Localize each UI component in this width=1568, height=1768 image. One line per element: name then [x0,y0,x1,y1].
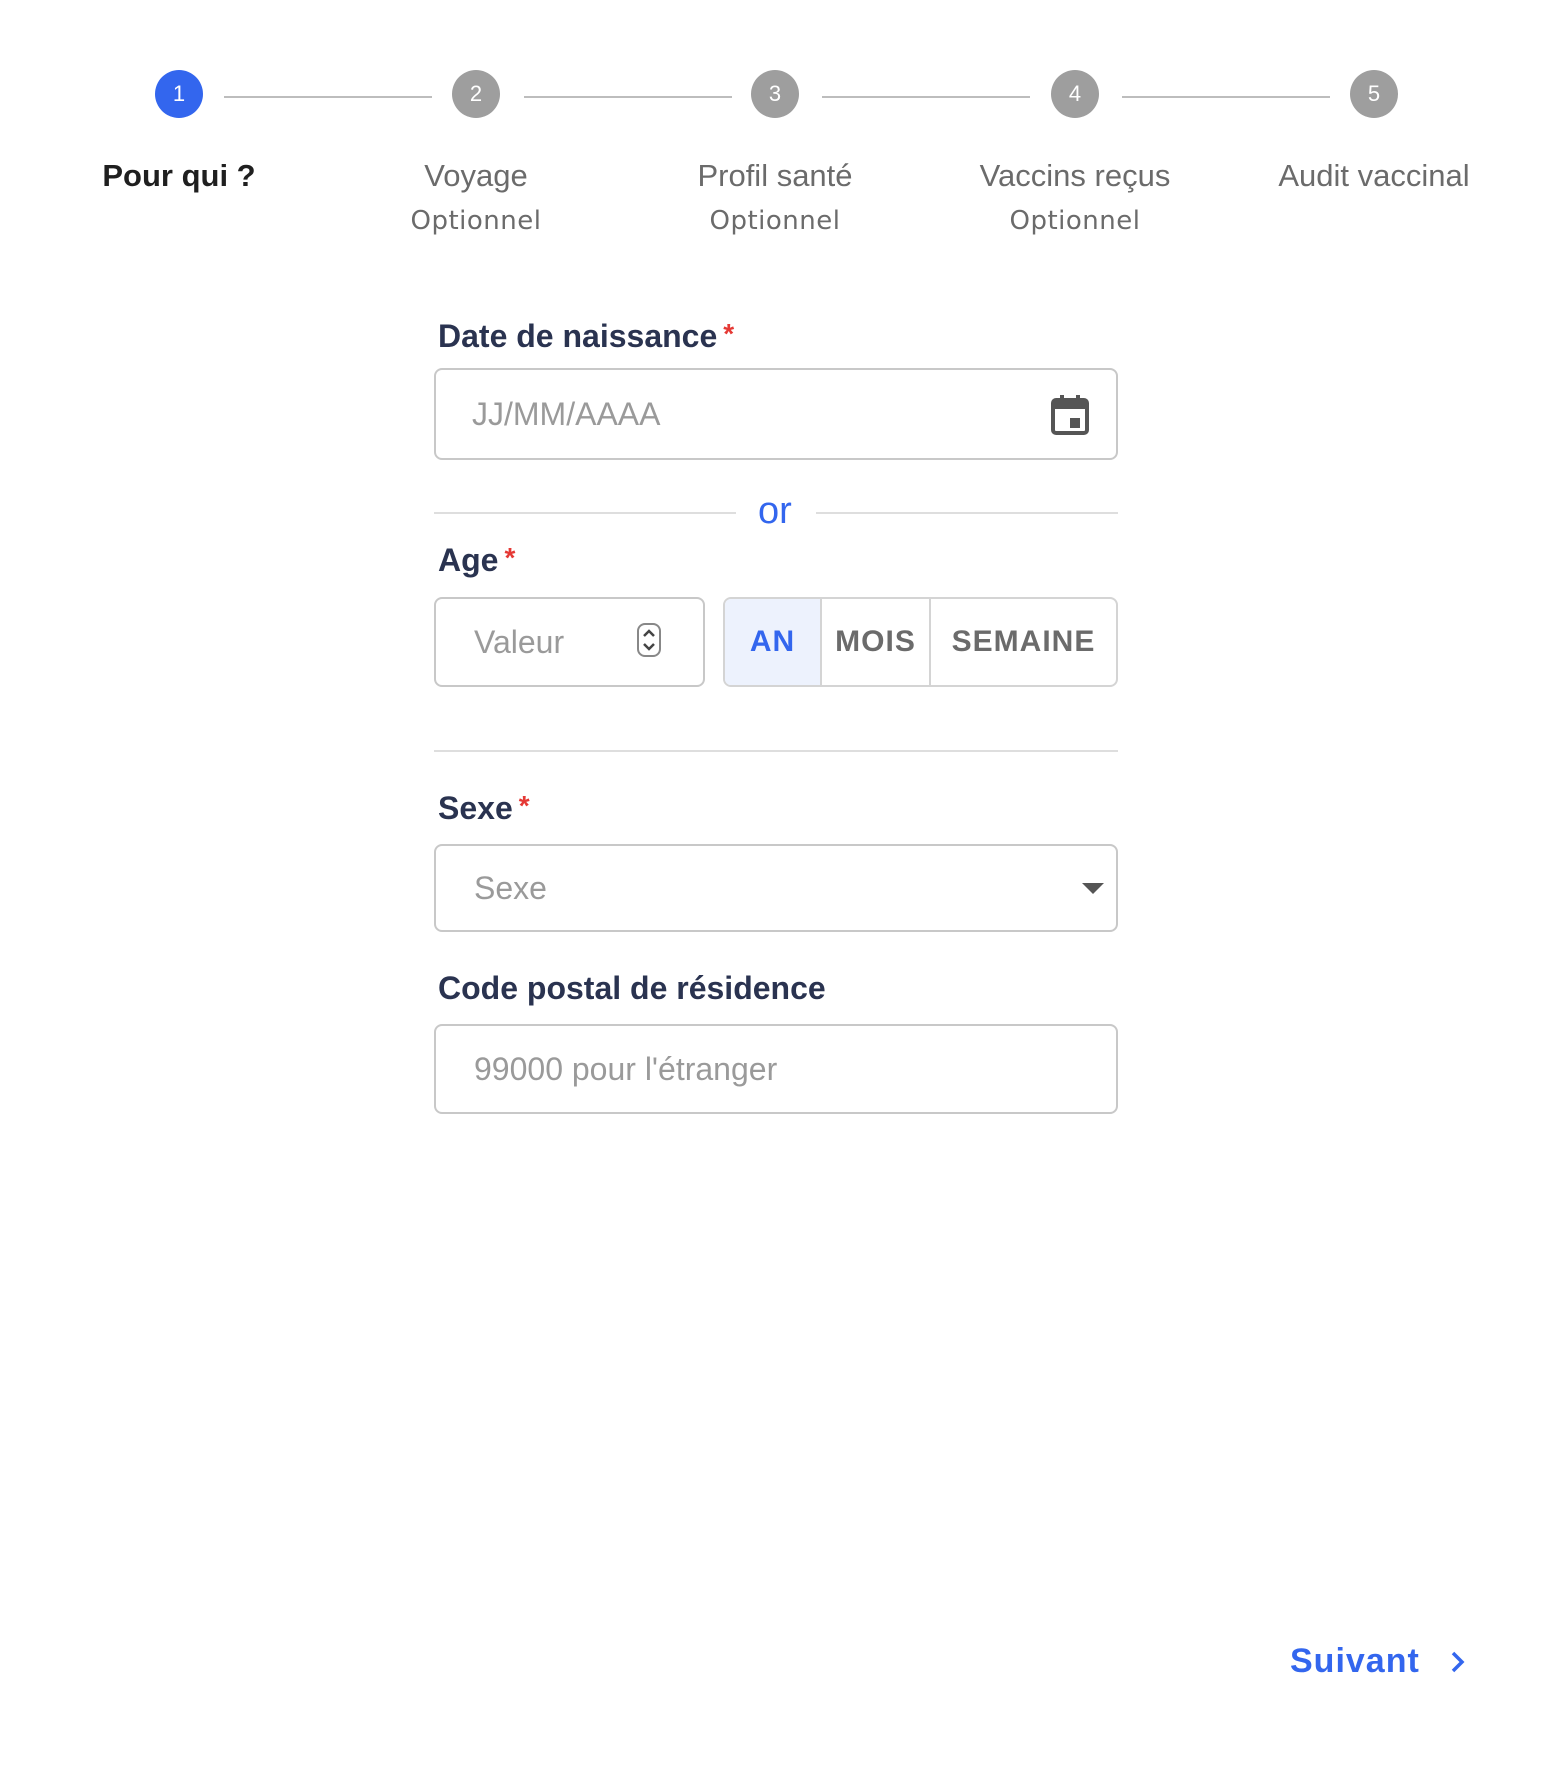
sexe-label: Sexe * [438,790,530,827]
birthdate-input[interactable]: JJ/MM/AAAA [434,368,1118,460]
chevron-right-icon [1450,1650,1466,1674]
birthdate-placeholder: JJ/MM/AAAA [472,395,661,432]
unit-an-button[interactable]: AN [725,599,822,685]
step-3-number: 3 [768,81,782,106]
step-2-number: 2 [469,81,483,106]
postal-placeholder: 99000 pour l'étranger [474,1050,778,1087]
age-label-text: Age [438,542,499,578]
step-5-indicator[interactable]: 5 [1350,70,1398,118]
sexe-placeholder: Sexe [474,869,547,906]
sexe-select[interactable]: Sexe [434,844,1118,932]
unit-semaine-button[interactable]: SEMAINE [931,599,1116,685]
step-5-number: 5 [1367,81,1381,106]
age-unit-toggle: AN MOIS SEMAINE [723,597,1118,687]
calendar-icon[interactable] [1050,394,1090,436]
step-4-sublabel: Optionnel [1009,206,1141,236]
step-4-indicator[interactable]: 4 [1051,70,1099,118]
caret-down-icon[interactable] [1082,882,1104,894]
step-connector [224,96,432,98]
step-4-label[interactable]: Vaccins reçus [925,158,1225,194]
postal-label-text: Code postal de résidence [438,970,826,1006]
step-2-sublabel: Optionnel [410,206,542,236]
step-2-indicator[interactable]: 2 [452,70,500,118]
birthdate-label: Date de naissance * [438,318,734,355]
or-text: or [758,490,792,532]
postal-label: Code postal de résidence [438,970,826,1007]
age-placeholder: Valeur [474,623,565,660]
required-mark: * [518,790,530,821]
step-3-indicator[interactable]: 3 [751,70,799,118]
step-3-label[interactable]: Profil santé [625,158,925,194]
step-2-label[interactable]: Voyage [326,158,626,194]
next-button-label: Suivant [1290,1642,1420,1680]
step-connector [1122,96,1330,98]
step-connector [524,96,732,98]
postal-code-input[interactable]: 99000 pour l'étranger [434,1024,1118,1114]
section-divider [434,750,1118,752]
sexe-label-text: Sexe [438,790,513,826]
age-value-input[interactable]: Valeur [434,597,705,687]
step-4-number: 4 [1068,81,1082,106]
stepper-icon[interactable] [637,623,661,657]
required-mark: * [504,542,516,573]
step-1-indicator[interactable]: 1 [155,70,203,118]
age-label: Age * [438,542,515,579]
next-button[interactable]: Suivant [1290,1642,1466,1681]
unit-mois-button[interactable]: MOIS [822,599,931,685]
step-3-sublabel: Optionnel [709,206,841,236]
birthdate-label-text: Date de naissance [438,318,718,354]
step-5-label[interactable]: Audit vaccinal [1224,158,1524,194]
step-1-number: 1 [172,81,186,106]
stepper: 1 2 3 4 5 Pour qui ? Voyage Optionnel Pr… [0,0,1568,260]
step-connector [822,96,1030,98]
or-divider-right [816,512,1118,514]
step-1-label[interactable]: Pour qui ? [29,158,329,194]
or-divider-left [434,512,736,514]
required-mark: * [723,318,735,349]
